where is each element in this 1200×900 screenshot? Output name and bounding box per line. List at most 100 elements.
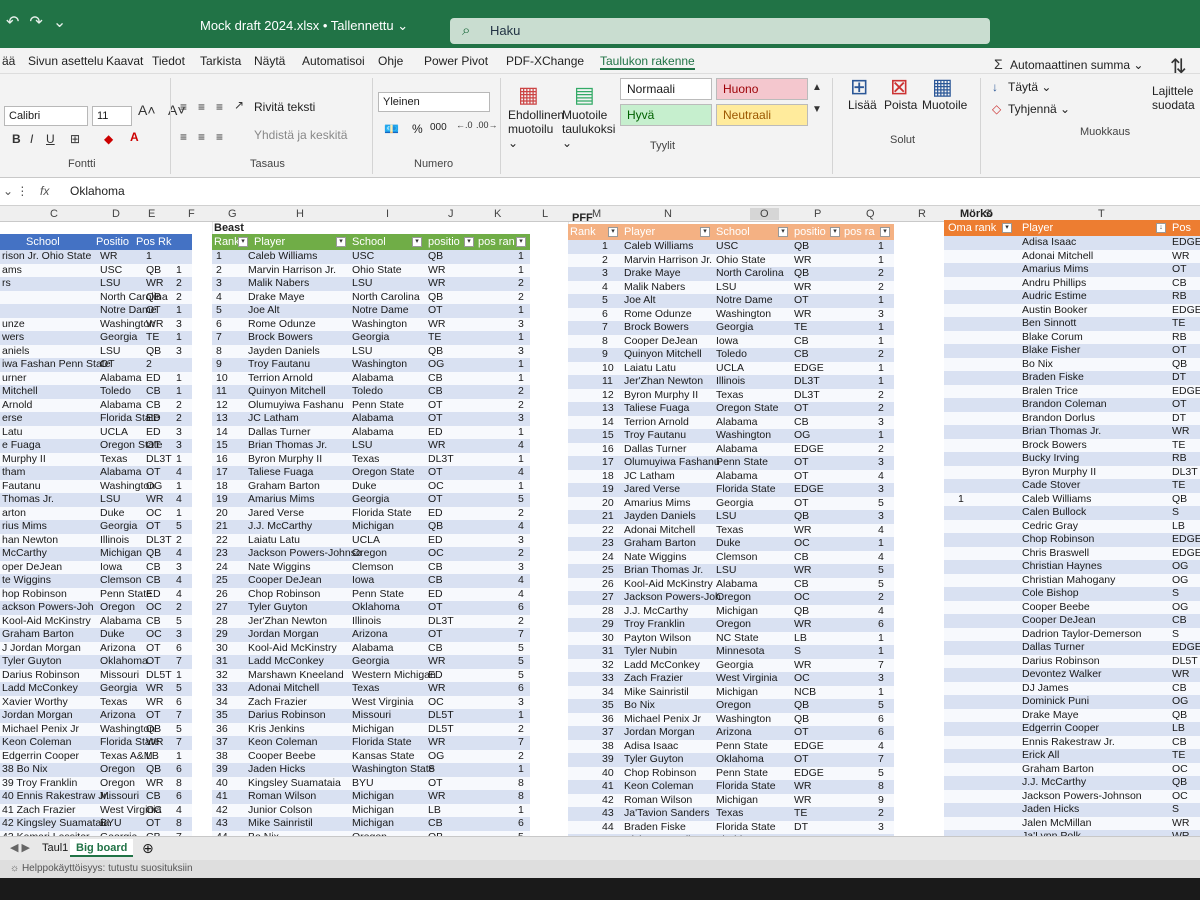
- table-row[interactable]: Austin Booker EDGE: [944, 303, 1200, 318]
- table-row[interactable]: 14 Terrion Arnold Alabama CB 3: [568, 415, 894, 429]
- table-cell[interactable]: 3: [518, 345, 524, 359]
- table-cell[interactable]: Nate Wiggins: [248, 561, 310, 575]
- table-cell[interactable]: Edgerrin Cooper: [2, 750, 79, 764]
- table-cell[interactable]: 2: [878, 591, 884, 605]
- table-cell[interactable]: Florida State: [352, 507, 412, 521]
- table-row[interactable]: 3 Malik Nabers LSU WR 2: [212, 277, 530, 291]
- table-cell[interactable]: WR: [100, 250, 118, 264]
- table-row[interactable]: 39 Jaden Hicks Washington State S 1: [212, 763, 530, 777]
- table-cell[interactable]: OG: [794, 429, 810, 443]
- table-row[interactable]: Cooper Beebe OG: [944, 600, 1200, 614]
- table-row[interactable]: Christian Haynes OG: [944, 560, 1200, 574]
- table-row[interactable]: 11 Quinyon Mitchell Toledo CB 2: [212, 385, 530, 399]
- table-cell[interactable]: Keon Coleman: [2, 736, 71, 750]
- table-cell[interactable]: Duke: [352, 480, 377, 494]
- table-cell[interactable]: CB: [1172, 736, 1187, 750]
- table-cell[interactable]: 40: [602, 767, 614, 781]
- table-cell[interactable]: Iowa: [352, 574, 374, 588]
- table-cell[interactable]: LSU: [352, 439, 372, 453]
- table-row[interactable]: 2 Marvin Harrison Jr. Ohio State WR 1: [568, 253, 894, 267]
- table-cell[interactable]: OT: [146, 304, 161, 318]
- table-row[interactable]: 31 Ladd McConkey Georgia WR 5: [212, 655, 530, 669]
- table-cell[interactable]: 1: [176, 385, 182, 399]
- table-cell[interactable]: Minnesota: [716, 645, 764, 659]
- table-cell[interactable]: Devontez Walker: [1022, 668, 1102, 682]
- table-cell[interactable]: Keon Coleman: [248, 736, 317, 750]
- table-cell[interactable]: Adisa Isaac: [624, 740, 678, 754]
- table-cell[interactable]: WR: [794, 659, 812, 673]
- table-cell[interactable]: 4: [176, 574, 182, 588]
- table-cell[interactable]: Michigan: [352, 790, 394, 804]
- table-cell[interactable]: 38 Bo Nix: [2, 763, 48, 777]
- filter-icon[interactable]: ▾: [238, 237, 248, 247]
- table-cell[interactable]: 8: [176, 817, 182, 831]
- table-cell[interactable]: Byron Murphy II: [1022, 466, 1096, 480]
- table-row[interactable]: 28 J.J. McCarthy Michigan QB 4: [568, 604, 894, 618]
- table-cell[interactable]: Graham Barton: [248, 480, 320, 494]
- table-row[interactable]: Brock Bowers TE: [944, 438, 1200, 452]
- table-cell[interactable]: Austin Booker: [1022, 304, 1087, 318]
- table-cell[interactable]: DL5T: [146, 669, 172, 683]
- table-cell[interactable]: Texas: [100, 696, 127, 710]
- table-cell[interactable]: 3: [518, 412, 524, 426]
- table-cell[interactable]: Alabama: [100, 399, 141, 413]
- table-row[interactable]: 27 Jackson Powers-Joh Oregon OC 2: [568, 591, 894, 605]
- table-cell[interactable]: 1: [878, 335, 884, 349]
- table-cell[interactable]: EDGE: [794, 362, 824, 376]
- table-cell[interactable]: ED: [428, 534, 443, 548]
- header-cell[interactable]: Positio: [96, 234, 129, 250]
- status-text[interactable]: Helppokäyttöisyys: tutustu suosituksiin: [22, 863, 193, 874]
- table-cell[interactable]: 22: [216, 534, 228, 548]
- filter-icon[interactable]: ▾: [778, 227, 788, 237]
- table-cell[interactable]: 38: [216, 750, 228, 764]
- table-cell[interactable]: 3: [518, 318, 524, 332]
- table-row[interactable]: urner Alabama ED 1: [0, 371, 192, 385]
- table-cell[interactable]: 2: [878, 443, 884, 457]
- table-cell[interactable]: Penn State: [100, 588, 152, 602]
- table-cell[interactable]: OT: [146, 709, 161, 723]
- table-cell[interactable]: ED: [428, 426, 443, 440]
- table-cell[interactable]: WR: [428, 264, 446, 278]
- table-cell[interactable]: Kool-Aid McKinstry: [624, 578, 713, 592]
- table-cell[interactable]: hop Robinson: [2, 588, 67, 602]
- table-cell[interactable]: Adonai Mitchell: [1022, 250, 1093, 264]
- table-cell[interactable]: LB: [146, 750, 159, 764]
- table-cell[interactable]: DL5T: [1172, 655, 1198, 669]
- table-cell[interactable]: DL5T: [428, 723, 454, 737]
- table-row[interactable]: wers Georgia TE 1: [0, 331, 192, 345]
- table-cell[interactable]: BYU: [352, 777, 374, 791]
- file-title[interactable]: Mock draft 2024.xlsx • Tallennettu ⌄: [200, 18, 408, 34]
- table-cell[interactable]: LB: [1172, 520, 1185, 534]
- table-row[interactable]: Byron Murphy II DL3T: [944, 465, 1200, 480]
- table-cell[interactable]: Alabama: [716, 443, 757, 457]
- table-cell[interactable]: OC: [428, 547, 444, 561]
- table-row[interactable]: 5 Joe Alt Notre Dame OT 1: [212, 304, 530, 318]
- table-cell[interactable]: 21: [602, 510, 614, 524]
- table-cell[interactable]: iwa Fashan Penn State: [2, 358, 111, 372]
- table-cell[interactable]: Brandon Dorlus: [1022, 412, 1095, 426]
- table-row[interactable]: 22 Adonai Mitchell Texas WR 4: [568, 523, 894, 537]
- table-cell[interactable]: Brandon Coleman: [1022, 398, 1107, 412]
- table-cell[interactable]: 8: [602, 335, 608, 349]
- table-row[interactable]: Darius Robinson Missouri DL5T 1: [0, 668, 192, 683]
- table-cell[interactable]: West Virginia: [352, 696, 413, 710]
- align-bottom-icon[interactable]: ≡: [216, 100, 223, 114]
- table-cell[interactable]: 4: [878, 470, 884, 484]
- table-cell[interactable]: tham: [2, 466, 25, 480]
- table-cell[interactable]: Malik Nabers: [624, 281, 685, 295]
- search-input[interactable]: ⌕ Haku: [450, 18, 990, 44]
- menu-item[interactable]: Automatisoi: [302, 54, 365, 68]
- table-row[interactable]: Cedric Gray LB: [944, 519, 1200, 534]
- table-cell[interactable]: Ben Sinnott: [1022, 317, 1076, 331]
- table-cell[interactable]: rison Jr. Ohio State: [2, 250, 91, 264]
- table-cell[interactable]: 1: [216, 250, 222, 264]
- table-cell[interactable]: LSU: [716, 510, 736, 524]
- table-cell[interactable]: 4: [176, 804, 182, 818]
- table-cell[interactable]: OT: [428, 412, 443, 426]
- table-cell[interactable]: 8: [176, 777, 182, 791]
- table-cell[interactable]: LSU: [100, 345, 120, 359]
- table-cell[interactable]: S: [1172, 803, 1179, 817]
- table-row[interactable]: 31 Tyler Nubin Minnesota S 1: [568, 645, 894, 659]
- italic-icon[interactable]: I: [30, 132, 33, 146]
- table-cell[interactable]: 1: [518, 304, 524, 318]
